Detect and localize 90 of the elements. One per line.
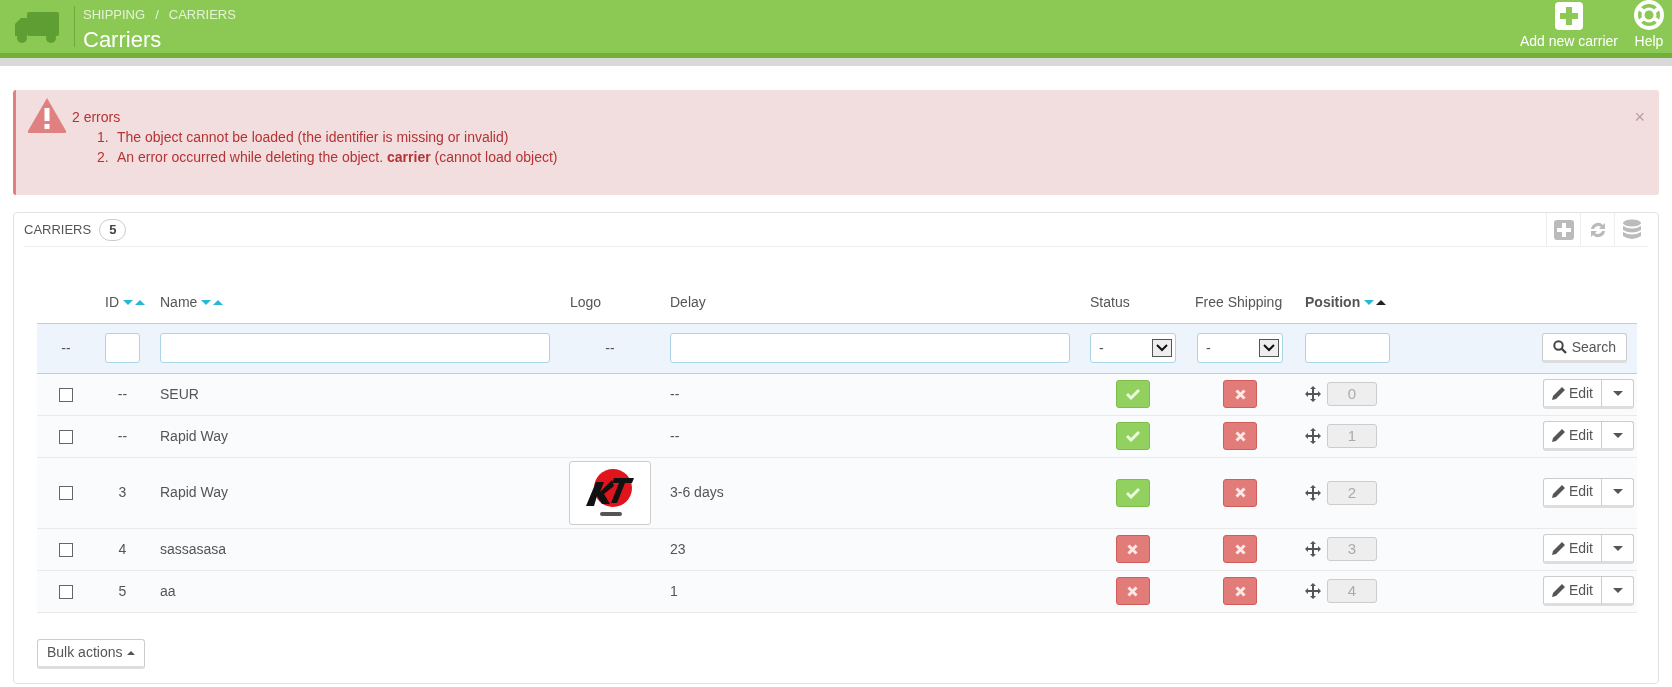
sort-down-icon[interactable] — [201, 300, 212, 306]
column-header: Free Shipping — [1195, 293, 1283, 313]
position-badge: 2 — [1327, 480, 1377, 505]
table-cell: -- — [117, 427, 128, 444]
sort-up-icon[interactable] — [1376, 300, 1387, 306]
table-cell: SEUR — [160, 385, 199, 402]
drag-handle-icon[interactable] — [1305, 428, 1321, 444]
dropdown-toggle[interactable] — [1602, 576, 1634, 606]
table-cell: 3 — [118, 484, 127, 500]
edit-button[interactable]: Edit — [1542, 379, 1602, 409]
column-header[interactable]: ID — [105, 292, 119, 314]
table-cell: sassasasa — [160, 540, 227, 557]
table-cell: 3-6 days — [670, 484, 724, 500]
caret-icon — [1612, 545, 1623, 551]
dropdown-toggle[interactable] — [1602, 534, 1634, 564]
dropdown-toggle[interactable] — [1602, 477, 1634, 508]
filter-select[interactable]: - — [1090, 333, 1176, 363]
pencil-icon — [1551, 428, 1565, 442]
column-header: Delay — [670, 293, 706, 313]
filter-field[interactable] — [1305, 333, 1390, 363]
enabled-icon[interactable] — [1115, 422, 1150, 450]
add-icon[interactable] — [1553, 219, 1574, 240]
row-checkbox[interactable] — [59, 486, 73, 501]
edit-button[interactable]: Edit — [1542, 534, 1602, 564]
table-cell: -- — [670, 385, 680, 402]
row-checkbox[interactable] — [59, 429, 73, 444]
warning-icon — [26, 96, 68, 134]
panel-title: CARRIERS — [24, 220, 92, 239]
dropdown-toggle[interactable] — [1602, 379, 1634, 409]
table-cell: Rapid Way — [160, 484, 228, 500]
drag-handle-icon[interactable] — [1305, 541, 1321, 557]
column-header[interactable]: Position — [1305, 292, 1361, 314]
filter-select[interactable]: - — [1197, 333, 1283, 363]
column-header[interactable]: Name — [160, 292, 198, 314]
pencil-icon — [1551, 541, 1565, 555]
help-icon — [1634, 0, 1664, 30]
position-badge: 0 — [1327, 382, 1377, 406]
dropdown-icon — [1259, 339, 1279, 357]
breadcrumb-separator: / — [155, 6, 159, 24]
page-title: Carriers — [83, 25, 163, 54]
row-checkbox[interactable] — [59, 387, 73, 402]
table-cell: Rapid Way — [160, 427, 228, 444]
pencil-icon — [1551, 386, 1565, 400]
edit-button[interactable]: Edit — [1542, 477, 1602, 508]
row-checkbox[interactable] — [59, 584, 73, 599]
table-cell: 4 — [118, 540, 127, 557]
table-cell: -- — [670, 427, 680, 444]
search-button[interactable]: Search — [1541, 333, 1627, 363]
drag-handle-icon[interactable] — [1305, 583, 1321, 599]
error-message: An error occurred while deleting the object. carrier (cannot load object) — [117, 148, 558, 167]
filter-field[interactable] — [670, 333, 1070, 363]
table-cell: 23 — [670, 540, 686, 557]
empty-filter: -- — [605, 339, 615, 356]
row-checkbox[interactable] — [59, 542, 73, 557]
truck-icon — [13, 9, 61, 44]
drag-handle-icon[interactable] — [1305, 484, 1321, 501]
error-message: The object cannot be loaded (the identifier is missing or invalid) — [117, 128, 509, 147]
caret-icon — [1612, 390, 1623, 396]
filter-field[interactable] — [160, 333, 550, 363]
caret-icon — [1612, 432, 1623, 438]
dropdown-icon — [1152, 339, 1172, 357]
search-icon — [1552, 340, 1567, 354]
enabled-icon[interactable] — [1115, 380, 1150, 408]
position-badge: 4 — [1327, 579, 1377, 603]
filter-field[interactable] — [105, 333, 140, 363]
alert-title: 2 errors — [72, 108, 122, 127]
column-header: Logo — [570, 293, 602, 313]
dropdown-toggle[interactable] — [1602, 421, 1634, 451]
column-header: Status — [1090, 293, 1130, 313]
edit-button[interactable]: Edit — [1542, 576, 1602, 606]
bulk-actions-button[interactable]: Bulk actions — [37, 638, 146, 669]
list-number: 1. — [97, 128, 110, 147]
position-badge: 1 — [1327, 424, 1377, 448]
enabled-icon[interactable] — [1115, 478, 1150, 507]
database-icon[interactable] — [1621, 218, 1642, 241]
position-badge: 3 — [1327, 537, 1377, 561]
edit-button[interactable]: Edit — [1542, 421, 1602, 451]
caret-icon — [1612, 489, 1623, 494]
caret-icon — [127, 650, 136, 655]
drag-handle-icon[interactable] — [1305, 386, 1321, 402]
table-cell: 1 — [670, 582, 678, 599]
table-cell: -- — [117, 385, 128, 402]
sort-down-icon[interactable] — [123, 300, 133, 306]
list-number: 2. — [97, 148, 110, 167]
pencil-icon — [1551, 485, 1565, 498]
table-cell: aa — [160, 582, 176, 599]
pencil-icon — [1551, 583, 1565, 597]
caret-icon — [1612, 587, 1623, 593]
empty-filter: -- — [61, 339, 71, 356]
table-cell: 5 — [118, 582, 127, 599]
